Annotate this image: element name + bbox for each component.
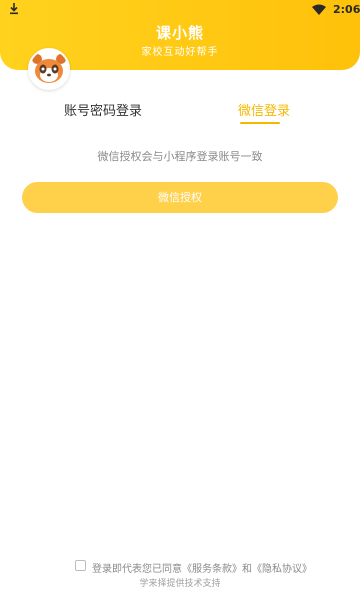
app-title: 课小熊 — [155, 24, 204, 42]
agreement-checkbox[interactable] — [75, 560, 86, 571]
wechat-hint: 微信授权会与小程序登录账号一致 — [97, 150, 263, 163]
wechat-authorize-button[interactable]: 微信授权 — [22, 182, 338, 213]
status-bar: 2:06 — [0, 0, 360, 20]
login-tabs: 账号密码登录 微信登录 — [0, 100, 360, 130]
wifi-icon — [312, 4, 326, 18]
status-time: 2:06 — [333, 3, 360, 16]
tab-wechat[interactable]: 微信登录 — [238, 100, 290, 119]
agreement-and: 和 — [242, 564, 252, 575]
active-tab-indicator — [240, 122, 280, 124]
tab-account-password[interactable]: 账号密码登录 — [64, 100, 142, 119]
panda-logo-icon — [28, 48, 70, 90]
download-icon — [9, 3, 19, 18]
agreement-prefix: 登录即代表您已同意 — [92, 564, 182, 575]
footer-credit: 学来择提供技术支持 — [139, 579, 221, 589]
agreement-text: 登录即代表您已同意《服务条款》和《隐私协议》 — [92, 560, 312, 575]
privacy-policy-link[interactable]: 《隐私协议》 — [252, 564, 312, 575]
service-terms-link[interactable]: 《服务条款》 — [182, 564, 242, 575]
